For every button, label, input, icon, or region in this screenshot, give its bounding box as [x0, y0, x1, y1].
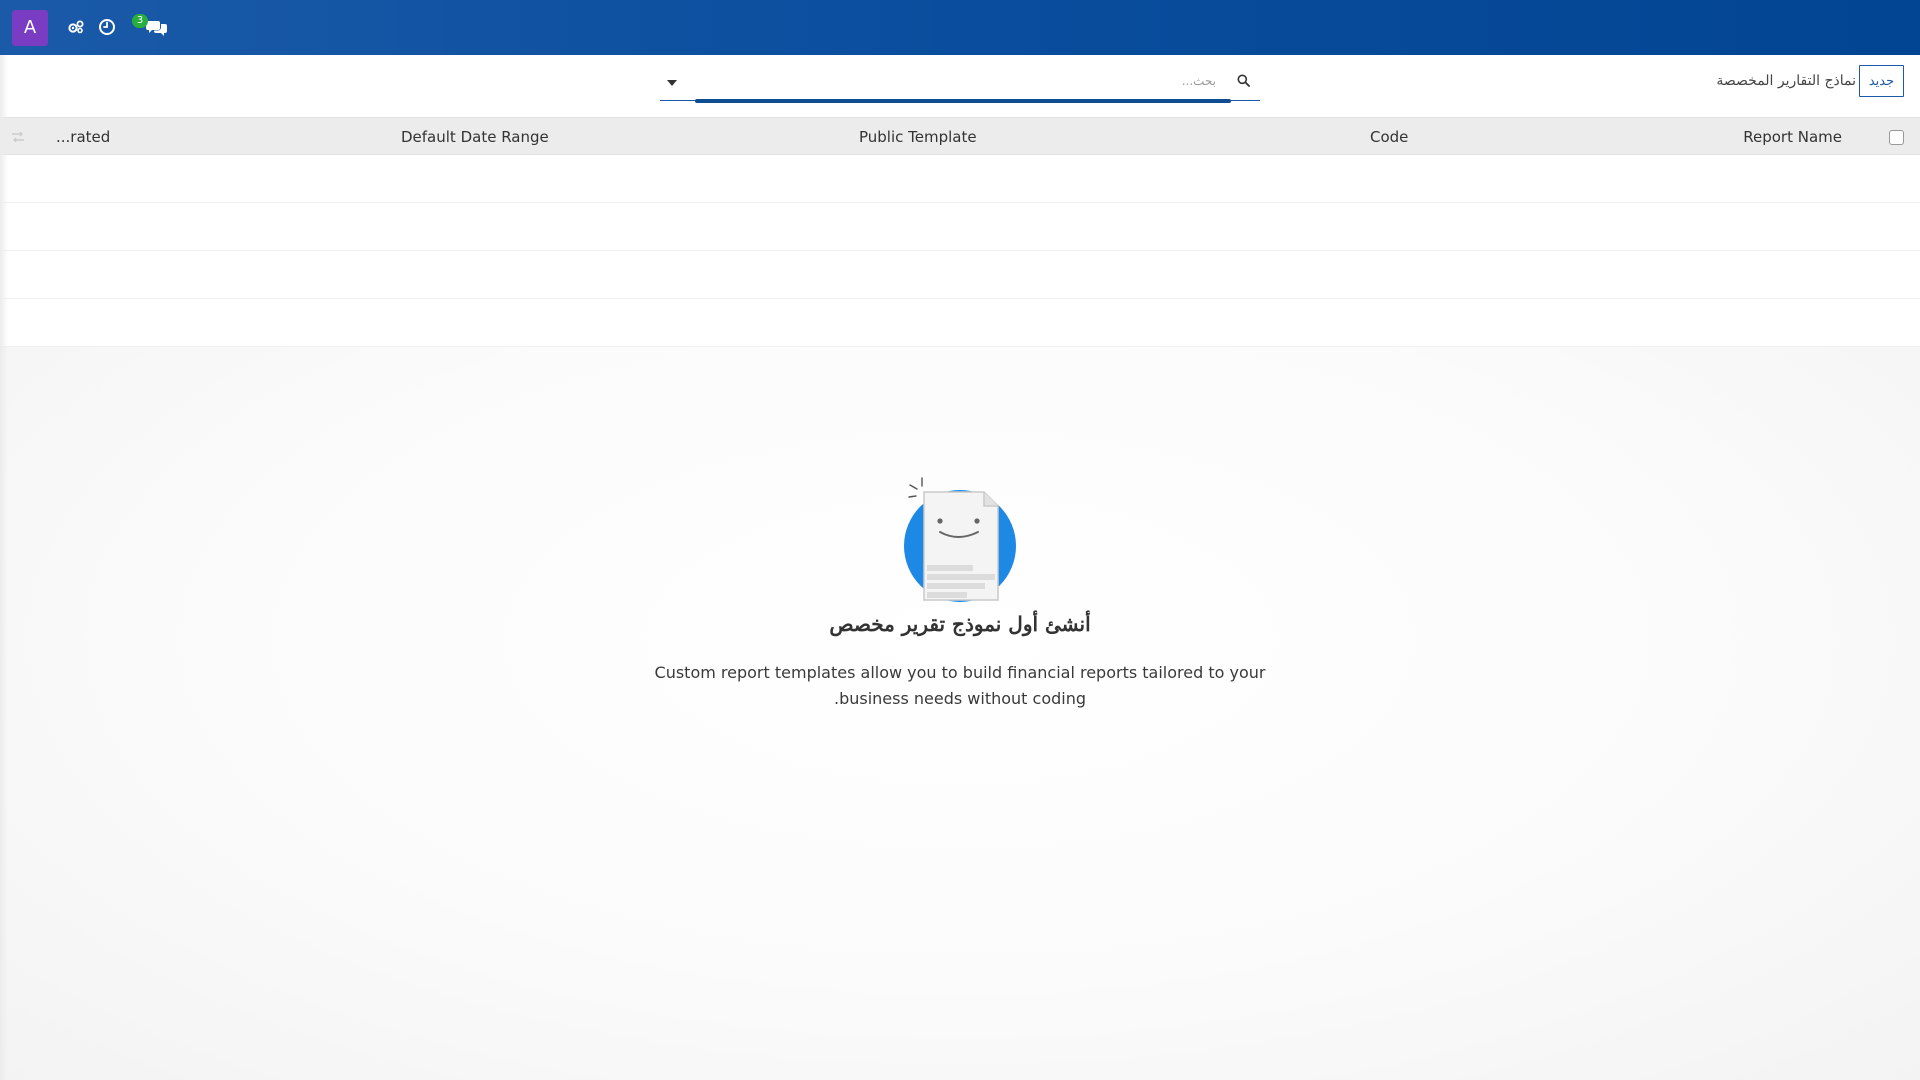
empty-state-description-line2: .business needs without coding: [833, 689, 1087, 708]
control-panel: جديد نماذج التقارير المخصصة: [0, 55, 1920, 117]
caret-down-icon: [667, 80, 677, 86]
chat-icon[interactable]: [144, 15, 170, 39]
user-avatar[interactable]: A: [12, 10, 48, 46]
empty-state-background: [0, 347, 1920, 1080]
column-header-report-name[interactable]: Report Name: [1743, 128, 1842, 146]
table-row: [0, 203, 1920, 251]
table-header: Report Name Code Public Template Default…: [0, 117, 1920, 155]
new-button[interactable]: جديد: [1859, 65, 1904, 97]
search-bar: [660, 65, 1260, 103]
empty-document-illustration: [900, 470, 1020, 605]
column-header-default-date-range[interactable]: Default Date Range: [401, 128, 549, 146]
column-header-public-template[interactable]: Public Template: [859, 128, 977, 146]
left-edge-shadow: [0, 55, 8, 1080]
column-header-code[interactable]: Code: [1370, 128, 1408, 146]
empty-state-description-line1: Custom report templates allow you to bui…: [654, 663, 1266, 682]
search-options-toggle[interactable]: [660, 73, 684, 93]
top-navbar: A 3: [0, 0, 1920, 55]
select-all-checkbox[interactable]: [1889, 130, 1904, 145]
search-focus-underline: [695, 99, 1231, 103]
settings-gears-icon[interactable]: [64, 15, 88, 39]
history-clock-icon[interactable]: [95, 15, 119, 39]
page-title: نماذج التقارير المخصصة: [1716, 73, 1856, 89]
table-body: [0, 155, 1920, 347]
table-row: [0, 251, 1920, 299]
search-input[interactable]: [696, 69, 1216, 93]
empty-state-title: أنشئ أول نموذج تقرير مخصص: [829, 612, 1091, 636]
notification-badge: 3: [132, 14, 148, 28]
table-row: [0, 299, 1920, 347]
table-row: [0, 155, 1920, 203]
search-icon[interactable]: [1234, 71, 1252, 89]
column-settings-icon[interactable]: [9, 128, 27, 146]
empty-state-description: Custom report templates allow you to bui…: [650, 660, 1270, 712]
column-header-rated[interactable]: ...rated: [56, 128, 110, 146]
